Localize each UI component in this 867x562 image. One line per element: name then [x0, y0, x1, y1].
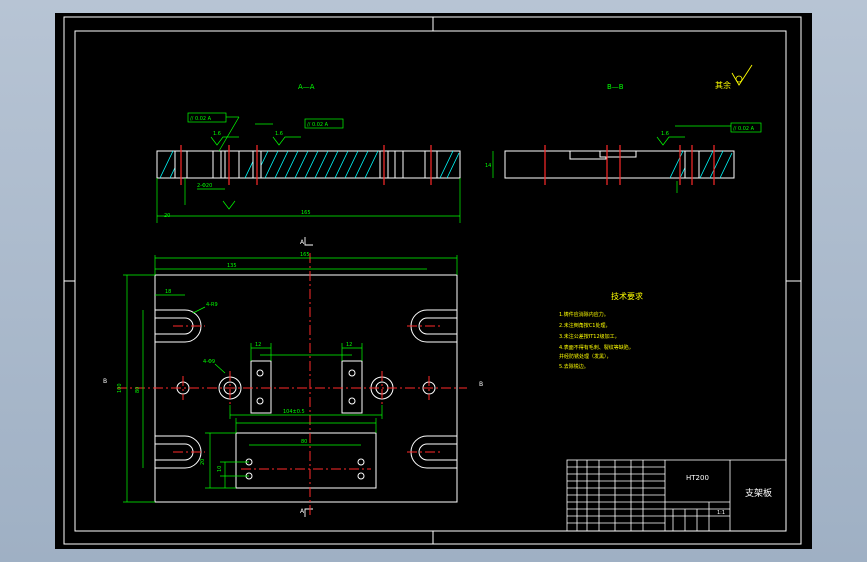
- title-part-name: 支架板: [745, 487, 772, 499]
- title-scale: 1:1: [717, 510, 725, 516]
- dim-pocket-right: 12: [346, 342, 352, 348]
- dim-left-height: 100: [117, 383, 123, 393]
- drawing-canvas: A—A 165 20 // 0.02 A // 0.02 A 1.6 1.6 2…: [63, 16, 802, 545]
- section-a-hatch: [159, 150, 460, 179]
- section-b-title: B—B: [607, 83, 624, 91]
- groove-note: 4-R9: [206, 302, 218, 308]
- dim-top-overall: 165: [300, 252, 310, 258]
- dim-center-dist: 104±0.5: [283, 409, 305, 415]
- tech-requirements: 技术要求 1.铸件应消除内应力。 2.未注倒角按C1处理， 3.未注公差按IT1…: [559, 291, 643, 370]
- dim-bottom-left: 10: [217, 466, 223, 472]
- cut-mark-left: B: [103, 378, 107, 385]
- tolerance-frame-b: // 0.02 A: [307, 122, 329, 128]
- tolerance-frame-c: // 0.02 A: [733, 126, 755, 132]
- plan-view: A A B B 165 135 100 80 18 4-R9 4-Φ9 12 1…: [103, 237, 483, 518]
- tolerance-frame-a: // 0.02 A: [190, 116, 212, 122]
- section-a-dims: [156, 112, 461, 223]
- section-a-dim-left: 20: [164, 213, 170, 219]
- centering-marks: [64, 17, 801, 544]
- section-a-dim-length: 165: [301, 210, 311, 216]
- plan-holes: [176, 369, 436, 480]
- roughness-1: 1.6: [213, 131, 221, 137]
- cut-mark-right: B: [479, 381, 483, 388]
- section-a-view: A—A 165 20 // 0.02 A // 0.02 A 1.6 1.6 2…: [156, 83, 461, 223]
- tech-item-3: 3.未注公差按IT12级加工，: [559, 333, 620, 340]
- cut-mark-bottom: A: [300, 508, 305, 515]
- tech-item-5: 并经防锈处理（发黑），: [559, 353, 612, 360]
- tech-item-6: 5.去除锐边。: [559, 363, 589, 370]
- cad-viewport[interactable]: A—A 165 20 // 0.02 A // 0.02 A 1.6 1.6 2…: [0, 0, 867, 562]
- cut-mark-top: A: [300, 239, 305, 246]
- dim-bottom-height: 20: [200, 459, 206, 465]
- roughness-other-symbol: [731, 64, 753, 86]
- inner-frame: [74, 30, 787, 532]
- section-b-hatch: [669, 150, 733, 179]
- dim-slot-left: 18: [165, 289, 171, 295]
- section-b-dim-height: 14: [485, 163, 491, 169]
- section-b-dims: [492, 122, 762, 193]
- plan-dims: [123, 255, 458, 503]
- tech-item-4: 4.表面不得有毛刺、裂纹等缺陷，: [559, 344, 634, 351]
- tech-title: 技术要求: [611, 291, 643, 301]
- title-material: HT200: [686, 474, 709, 482]
- roughness-3: 1.6: [661, 131, 669, 137]
- drawing-sheet[interactable]: A—A 165 20 // 0.02 A // 0.02 A 1.6 1.6 2…: [55, 13, 812, 549]
- dim-bottom-width: 80: [301, 439, 307, 445]
- section-a-title: A—A: [298, 83, 315, 91]
- dim-left-inner: 80: [135, 387, 141, 393]
- tech-item-1: 1.铸件应消除内应力。: [559, 311, 609, 318]
- section-b-view: B—B 其余 14 // 0.02 A 1.6: [485, 64, 762, 193]
- roughness-2: 1.6: [275, 131, 283, 137]
- roughness-other-label: 其余: [715, 80, 731, 90]
- outer-frame: [63, 16, 802, 545]
- hole-note-plan: 4-Φ9: [203, 359, 215, 365]
- dim-pocket-left: 12: [255, 342, 261, 348]
- tech-item-2: 2.未注倒角按C1处理，: [559, 322, 610, 329]
- hole-note-a: 2-Φ20: [197, 183, 212, 189]
- section-a-body: [156, 150, 461, 179]
- dim-top-inner: 135: [227, 263, 237, 269]
